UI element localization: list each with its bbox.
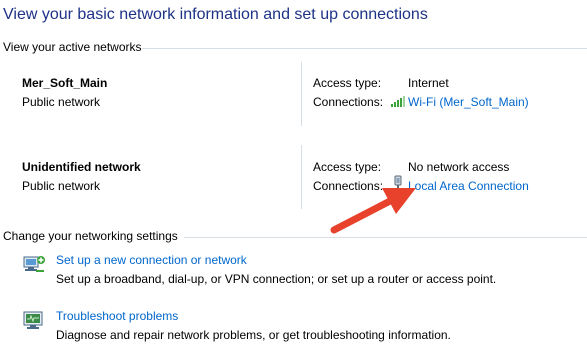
connections-label: Connections: — [313, 95, 384, 109]
network-category-link[interactable]: Public network — [22, 95, 100, 109]
network-vertical-divider — [301, 145, 302, 209]
access-type-label: Access type: — [313, 76, 382, 90]
section-divider — [142, 48, 587, 49]
task-description: Set up a broadband, dial-up, or VPN conn… — [56, 272, 497, 286]
troubleshoot-problems-link[interactable]: Troubleshoot problems — [56, 309, 178, 323]
local-area-connection-link[interactable]: Local Area Connection — [408, 179, 529, 193]
network-category-link[interactable]: Public network — [22, 179, 100, 193]
access-type-value: No network access — [408, 160, 510, 174]
active-networks-heading: View your active networks — [3, 40, 142, 54]
wifi-connection-link[interactable]: Wi-Fi (Mer_Soft_Main) — [408, 95, 529, 109]
connections-label: Connections: — [313, 179, 384, 193]
wifi-signal-icon — [390, 95, 406, 110]
troubleshoot-icon[interactable] — [22, 309, 46, 331]
new-connection-icon[interactable] — [22, 253, 46, 275]
network-vertical-divider — [301, 62, 302, 126]
network-name: Unidentified network — [22, 160, 141, 174]
setup-new-connection-link[interactable]: Set up a new connection or network — [56, 253, 247, 267]
access-type-label: Access type: — [313, 160, 382, 174]
networking-settings-heading: Change your networking settings — [3, 229, 178, 243]
network-name: Mer_Soft_Main — [22, 76, 108, 90]
ethernet-plug-icon — [393, 175, 403, 196]
access-type-value: Internet — [408, 76, 449, 90]
section-divider — [184, 237, 587, 238]
network-sharing-center: View your basic network information and … — [0, 0, 587, 362]
page-title: View your basic network information and … — [3, 6, 428, 23]
task-description: Diagnose and repair network problems, or… — [56, 328, 451, 342]
